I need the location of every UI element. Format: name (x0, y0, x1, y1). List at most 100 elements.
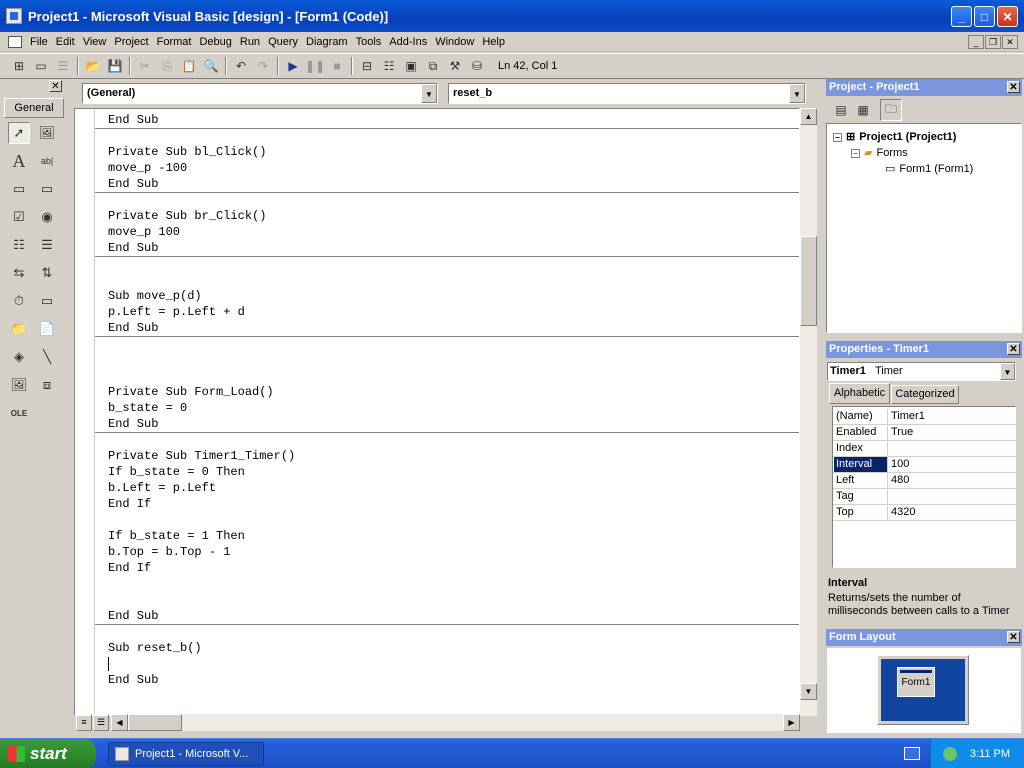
menu-file[interactable]: File (26, 33, 52, 51)
scroll-right-icon[interactable]: ▶ (783, 714, 800, 731)
line-tool-icon[interactable]: ╲ (36, 346, 58, 368)
property-value[interactable]: 480 (889, 473, 909, 488)
menu-diagram[interactable]: Diagram (302, 33, 352, 51)
project-explorer-header[interactable]: Project - Project1 ✕ (826, 79, 1022, 96)
picturebox-tool-icon[interactable]: 🖼 (36, 122, 58, 144)
mdi-restore-button[interactable]: ❐ (985, 35, 1001, 49)
menu-tools[interactable]: Tools (352, 33, 386, 51)
commandbutton-tool-icon[interactable]: ▭ (36, 178, 58, 200)
property-value[interactable]: 100 (889, 457, 909, 472)
property-row[interactable]: Tag (833, 489, 1017, 505)
code-window-icon[interactable] (8, 35, 22, 48)
full-module-view-icon[interactable]: ☰ (93, 714, 109, 731)
title-bar[interactable]: Project1 - Microsoft Visual Basic [desig… (0, 0, 1024, 32)
scroll-left-icon[interactable]: ◀ (111, 714, 128, 731)
object-selector[interactable]: Timer1 Timer ▼ (827, 362, 1016, 381)
menu-edit[interactable]: Edit (52, 33, 79, 51)
properties-close-button[interactable]: ✕ (1007, 343, 1020, 355)
vscrollbar-tool-icon[interactable]: ⇅ (36, 262, 58, 284)
form-layout-icon[interactable]: ▣ (400, 55, 422, 77)
ole-tool-icon[interactable]: OLE (8, 402, 30, 424)
menu-help[interactable]: Help (478, 33, 509, 51)
toggle-folders-icon[interactable]: 🗀 (880, 99, 902, 121)
end-icon[interactable]: ■ (326, 55, 348, 77)
object-combo[interactable]: (General) ▼ (82, 83, 438, 104)
timer-tool-icon[interactable]: ⏱ (8, 290, 30, 312)
network-icon[interactable] (943, 747, 957, 761)
property-row[interactable]: (Name) Timer1 (833, 409, 1017, 425)
scroll-up-icon[interactable]: ▲ (800, 108, 817, 125)
mdi-minimize-button[interactable]: _ (968, 35, 984, 49)
close-button[interactable]: ✕ (997, 6, 1018, 27)
clock[interactable]: 3:11 PM (970, 748, 1010, 760)
data-view-icon[interactable]: ⛁ (466, 55, 488, 77)
code-editor[interactable]: End Sub Private Sub bl_Click() move_p -1… (74, 108, 800, 716)
taskbar-item-vb[interactable]: Project1 - Microsoft V... (108, 742, 264, 766)
collapse-icon[interactable]: − (851, 149, 860, 158)
shape-tool-icon[interactable]: ◈ (8, 346, 30, 368)
property-row[interactable]: Enabled True (833, 425, 1017, 441)
image-tool-icon[interactable]: 🖼 (8, 374, 30, 396)
form-layout-close-button[interactable]: ✕ (1007, 631, 1020, 643)
properties-header[interactable]: Properties - Timer1 ✕ (826, 341, 1022, 358)
save-icon[interactable]: 💾 (104, 55, 126, 77)
data-tool-icon[interactable]: ⧈ (36, 374, 58, 396)
vb-app-icon[interactable] (6, 8, 22, 24)
tree-node-form1[interactable]: ▭ Form1 (Form1) (885, 162, 973, 175)
checkbox-tool-icon[interactable]: ☑ (8, 206, 30, 228)
property-value[interactable] (889, 489, 891, 504)
filelistbox-tool-icon[interactable]: 📄 (36, 318, 58, 340)
copy-icon[interactable]: ⎘ (156, 55, 178, 77)
chevron-down-icon[interactable]: ▼ (789, 84, 805, 103)
property-row[interactable]: Top 4320 (833, 505, 1017, 521)
property-value[interactable]: 4320 (889, 505, 915, 520)
menu-query[interactable]: Query (264, 33, 302, 51)
chevron-down-icon[interactable]: ▼ (1000, 363, 1015, 380)
vertical-scroll-thumb[interactable] (800, 236, 817, 326)
property-row[interactable]: Index (833, 441, 1017, 457)
property-value[interactable]: True (889, 425, 913, 440)
open-icon[interactable]: 📂 (82, 55, 104, 77)
add-form-icon[interactable]: ▭ (30, 55, 52, 77)
chevron-down-icon[interactable]: ▼ (421, 84, 437, 103)
property-row[interactable]: Left 480 (833, 473, 1017, 489)
menu-window[interactable]: Window (431, 33, 478, 51)
toolbox-icon[interactable]: ⚒ (444, 55, 466, 77)
project-explorer-icon[interactable]: ⊟ (356, 55, 378, 77)
tab-alphabetic[interactable]: Alphabetic (829, 383, 890, 404)
form-layout-header[interactable]: Form Layout ✕ (826, 629, 1022, 646)
procedure-view-icon[interactable]: ≡ (76, 714, 92, 731)
menu-view[interactable]: View (79, 33, 111, 51)
tree-node-project[interactable]: − ⊞ Project1 (Project1) (833, 130, 956, 143)
mdi-close-button[interactable]: ✕ (1002, 35, 1018, 49)
hscrollbar-tool-icon[interactable]: ⇆ (8, 262, 30, 284)
menu-run[interactable]: Run (236, 33, 264, 51)
toolbox-close-button[interactable]: ✕ (49, 80, 62, 92)
menu-editor-icon[interactable]: ☰ (52, 55, 74, 77)
menu-format[interactable]: Format (153, 33, 196, 51)
properties-window-icon[interactable]: ☷ (378, 55, 400, 77)
view-object-icon[interactable]: ▦ (852, 99, 874, 121)
break-icon[interactable]: ❚❚ (304, 55, 326, 77)
minimize-button[interactable]: _ (951, 6, 972, 27)
tab-categorized[interactable]: Categorized (891, 385, 959, 404)
undo-icon[interactable]: ↶ (230, 55, 252, 77)
vertical-scrollbar[interactable]: ▲ ▼ (800, 108, 817, 716)
drivelistbox-tool-icon[interactable]: ▭ (36, 290, 58, 312)
redo-icon[interactable]: ↷ (252, 55, 274, 77)
scroll-down-icon[interactable]: ▼ (800, 683, 817, 700)
cut-icon[interactable]: ✂ (134, 55, 156, 77)
property-value[interactable] (889, 441, 891, 456)
find-icon[interactable]: 🔍 (200, 55, 222, 77)
object-browser-icon[interactable]: ⧉ (422, 55, 444, 77)
form-position-preview[interactable]: Form1 (897, 667, 935, 697)
procedure-combo[interactable]: reset_b ▼ (448, 83, 806, 104)
view-code-icon[interactable]: ▤ (830, 99, 852, 121)
frame-tool-icon[interactable]: ▭ (8, 178, 30, 200)
label-tool-icon[interactable]: A (8, 150, 30, 172)
margin-indicator-bar[interactable] (75, 109, 95, 715)
property-row-selected[interactable]: Interval 100 (833, 457, 1017, 473)
keyboard-icon[interactable] (904, 747, 920, 760)
pointer-tool-icon[interactable]: ➚ (8, 122, 30, 144)
listbox-tool-icon[interactable]: ☰ (36, 234, 58, 256)
